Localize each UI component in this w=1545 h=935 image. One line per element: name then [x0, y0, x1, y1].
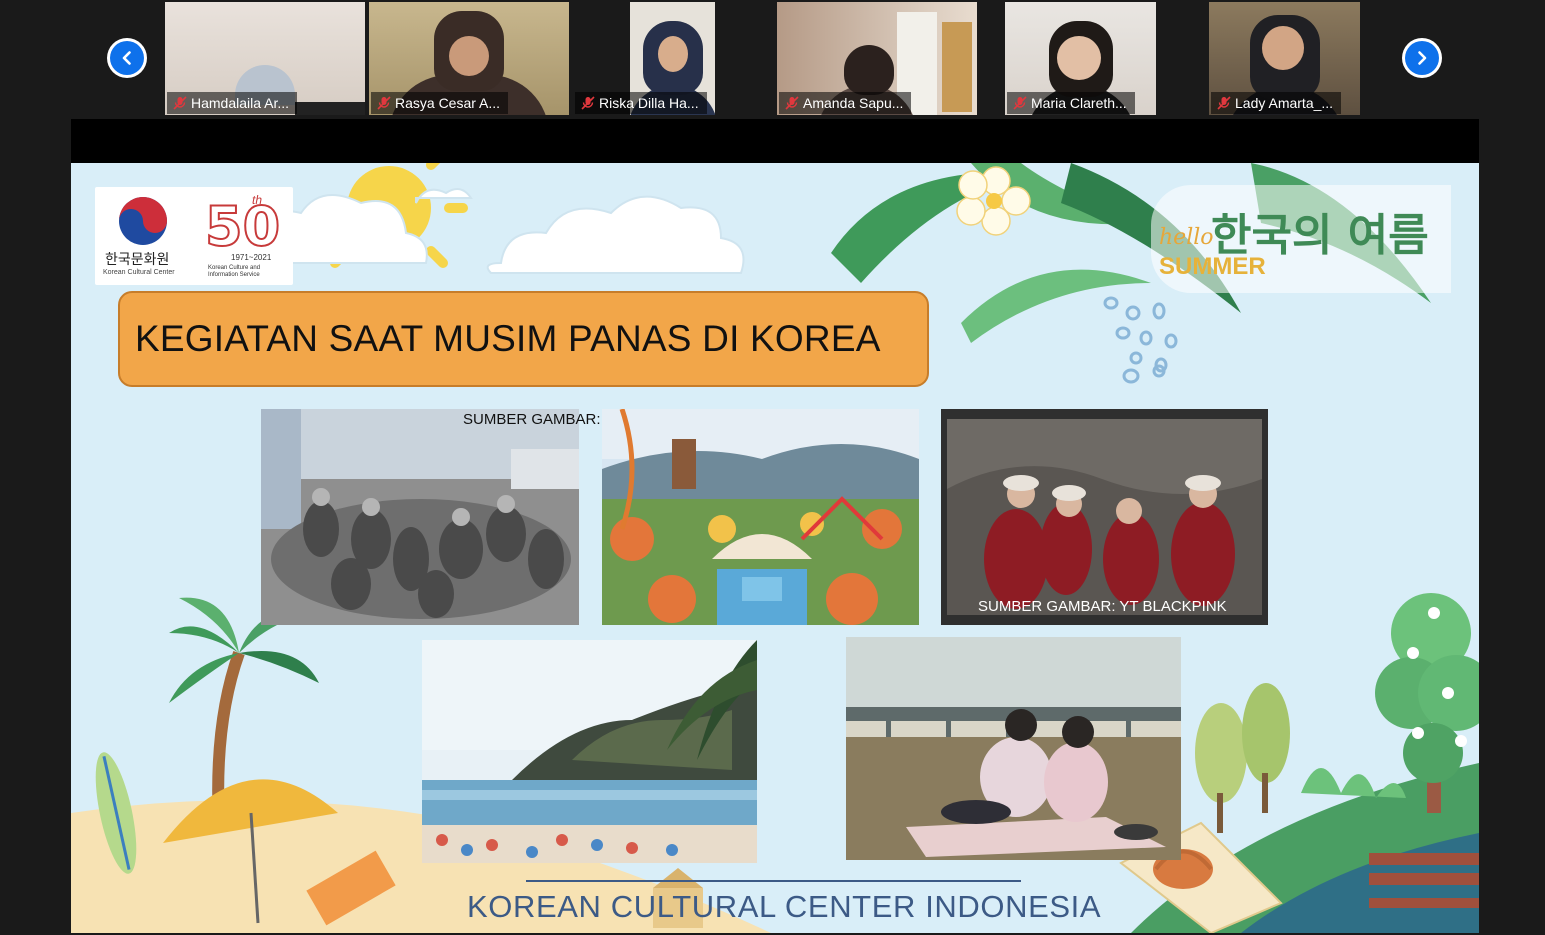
theme-park-photo — [602, 409, 919, 625]
slide-title-box: KEGIATAN SAAT MUSIM PANAS DI KOREA — [118, 291, 929, 387]
kcis-label: Korean Culture and Information Service — [208, 265, 261, 278]
org-name-english: Korean Cultural Center — [103, 269, 175, 276]
shared-slide: 50 th 한국문화원 Korean Cultural Center 1971~… — [71, 163, 1479, 933]
anniversary-years: 1971~2021 — [231, 253, 272, 262]
muted-mic-icon — [785, 96, 799, 110]
participant-tile[interactable]: Lady Amarta_... — [1209, 2, 1360, 115]
badge-hello-text: hello — [1159, 225, 1214, 250]
participant-tile[interactable]: Maria Clareth... — [1005, 2, 1156, 115]
kcc-logo: 50 th 한국문화원 Korean Cultural Center 1971~… — [95, 187, 293, 285]
footer-divider — [526, 880, 1021, 882]
participant-strip: Hamdalaila Ar... Rasya Cesar A... Riska … — [0, 0, 1545, 116]
next-page-button[interactable] — [1402, 38, 1442, 78]
slide-title: KEGIATAN SAAT MUSIM PANAS DI KOREA — [135, 318, 881, 359]
participant-tile[interactable]: Amanda Sapu... — [777, 2, 977, 115]
anniversary-suffix: th — [252, 193, 263, 207]
muted-mic-icon — [377, 96, 391, 110]
anniversary-50-icon: 50 — [204, 194, 281, 253]
chevron-right-icon — [1405, 41, 1439, 75]
muted-mic-icon — [173, 96, 187, 110]
participant-name-label: Maria Clareth... — [1007, 92, 1135, 114]
svg-text:50: 50 — [205, 195, 280, 253]
image-source-caption: SUMBER GAMBAR: YT BLACKPINK — [978, 598, 1227, 615]
participant-name-label: Hamdalaila Ar... — [167, 92, 298, 114]
badge-summer-text: SUMMER — [1159, 253, 1266, 280]
chevron-left-icon — [110, 41, 144, 75]
beach-photo — [422, 640, 757, 863]
muted-mic-icon — [581, 96, 595, 110]
participant-name-label: Lady Amarta_... — [1211, 92, 1342, 114]
blackpink-cave-photo — [941, 409, 1268, 625]
org-name-korean: 한국문화원 — [105, 251, 170, 267]
participant-name-label: Amanda Sapu... — [779, 92, 912, 114]
share-toolbar-area — [71, 119, 1479, 163]
participant-tile[interactable]: Hamdalaila Ar... — [165, 2, 365, 115]
participant-name-label: Riska Dilla Ha... — [575, 92, 707, 114]
muted-mic-icon — [1013, 96, 1027, 110]
participant-name-label: Rasya Cesar A... — [371, 92, 509, 114]
mud-festival-photo — [261, 409, 579, 625]
participant-tile[interactable]: Riska Dilla Ha... — [573, 2, 715, 115]
taegeuk-icon — [119, 197, 167, 245]
prev-page-button[interactable] — [107, 38, 147, 78]
participant-tile[interactable]: Rasya Cesar A... — [369, 2, 569, 115]
muted-mic-icon — [1217, 96, 1231, 110]
picnic-photo — [846, 637, 1181, 860]
slide-footer-text: KOREAN CULTURAL CENTER INDONESIA — [467, 889, 1102, 924]
